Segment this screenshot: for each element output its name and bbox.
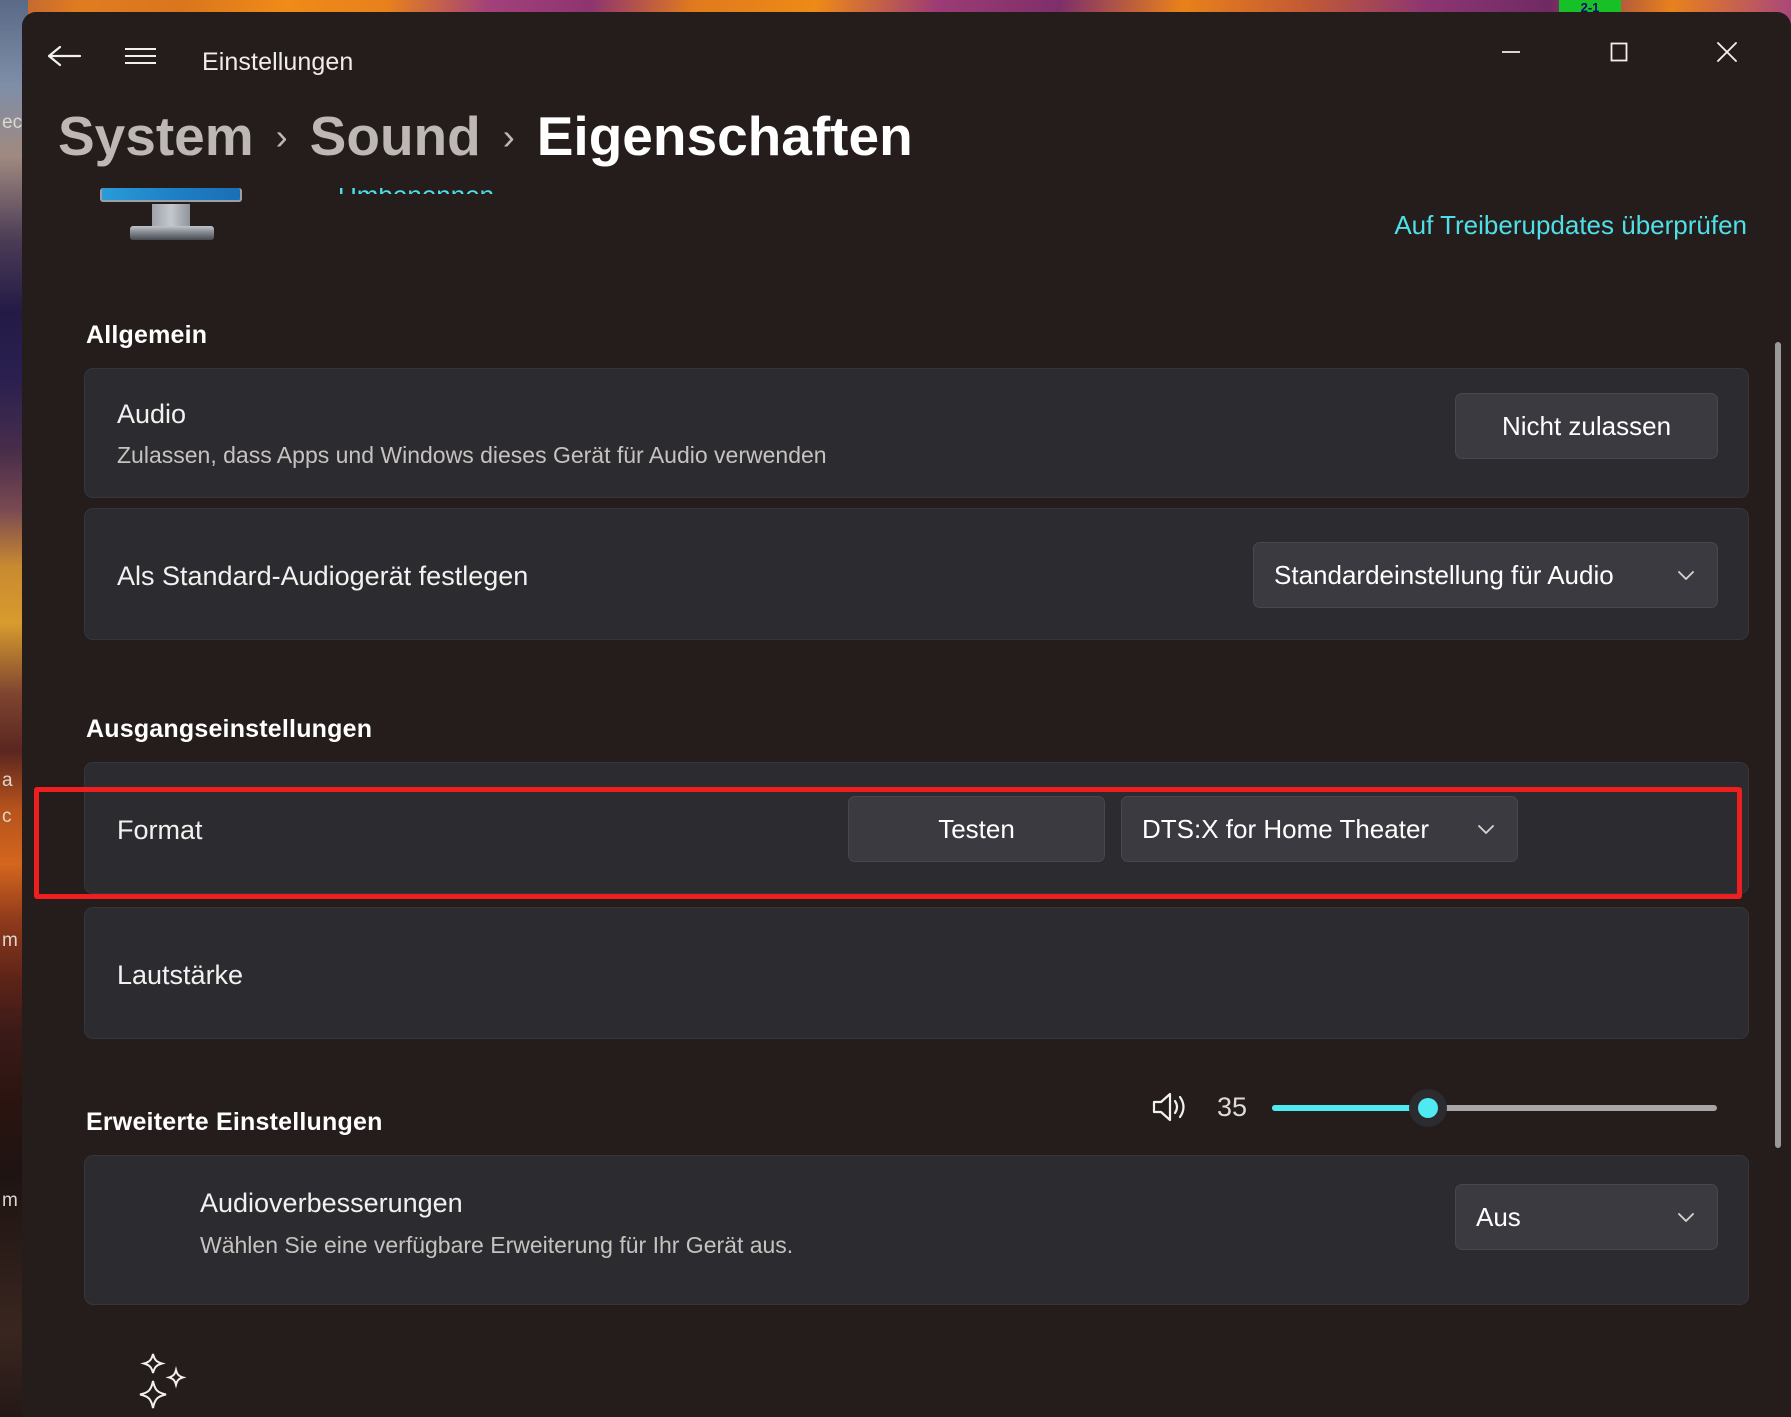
format-test-button[interactable]: Testen xyxy=(848,796,1105,862)
rename-link[interactable]: Umbenennen xyxy=(338,188,494,194)
audio-enhancements-card: Audioverbesserungen Wählen Sie eine verf… xyxy=(84,1155,1749,1305)
enhancements-dropdown-value: Aus xyxy=(1476,1202,1661,1233)
breadcrumb-item-system[interactable]: System xyxy=(58,104,254,168)
volume-slider-fill xyxy=(1272,1105,1428,1111)
format-label: Format xyxy=(117,815,203,846)
menu-button[interactable] xyxy=(112,30,168,82)
back-button[interactable] xyxy=(36,30,92,82)
desktop-text-fragment: m xyxy=(2,1190,18,1212)
volume-slider-thumb[interactable] xyxy=(1409,1089,1447,1127)
chevron-down-icon xyxy=(1675,1206,1697,1228)
default-device-card: Als Standard-Audiogerät festlegen Standa… xyxy=(84,508,1749,640)
audio-row-description: Zulassen, dass Apps und Windows dieses G… xyxy=(117,442,827,469)
volume-value: 35 xyxy=(1217,1092,1247,1123)
close-button[interactable] xyxy=(1691,22,1763,82)
volume-card: Lautstärke xyxy=(84,907,1749,1039)
section-title-allgemein: Allgemein xyxy=(86,321,207,350)
breadcrumb-item-eigenschaften: Eigenschaften xyxy=(537,104,913,168)
minimize-button[interactable] xyxy=(1475,22,1547,82)
sparkle-icon xyxy=(136,1352,190,1412)
settings-window: Einstellungen System › Sound › Eigenscha… xyxy=(22,12,1791,1417)
title-bar: Einstellungen xyxy=(22,12,1791,100)
section-title-erweiterte-einstellungen: Erweiterte Einstellungen xyxy=(86,1108,383,1137)
breadcrumb-item-sound[interactable]: Sound xyxy=(310,104,481,168)
format-card: Format Testen DTS:X for Home Theater xyxy=(84,762,1749,894)
arrow-left-icon xyxy=(46,42,82,70)
enhancements-dropdown[interactable]: Aus xyxy=(1455,1184,1718,1250)
settings-content: Umbenennen Auf Treiberupdates überprüfen… xyxy=(22,188,1791,1417)
breadcrumb-separator-icon: › xyxy=(276,116,288,158)
desktop-text-fragment: ec xyxy=(2,112,22,134)
minimize-icon xyxy=(1498,39,1524,65)
enhancements-label: Audioverbesserungen xyxy=(200,1188,463,1219)
close-icon xyxy=(1712,37,1742,67)
desktop-text-fragment: m xyxy=(2,930,18,952)
monitor-icon xyxy=(72,188,242,250)
volume-label: Lautstärke xyxy=(117,960,243,991)
driver-update-link[interactable]: Auf Treiberupdates überprüfen xyxy=(1394,210,1747,241)
default-device-dropdown[interactable]: Standardeinstellung für Audio xyxy=(1253,542,1718,608)
default-device-dropdown-value: Standardeinstellung für Audio xyxy=(1274,560,1661,591)
scrollbar-thumb[interactable] xyxy=(1775,342,1781,1148)
maximize-icon xyxy=(1606,39,1632,65)
enhancements-description: Wählen Sie eine verfügbare Erweiterung f… xyxy=(200,1232,793,1259)
format-dropdown[interactable]: DTS:X for Home Theater xyxy=(1121,796,1518,862)
breadcrumb-separator-icon: › xyxy=(503,116,515,158)
audio-row-label: Audio xyxy=(117,399,186,430)
format-dropdown-value: DTS:X for Home Theater xyxy=(1142,814,1461,845)
chevron-down-icon xyxy=(1475,818,1497,840)
breadcrumb: System › Sound › Eigenschaften xyxy=(58,104,913,168)
volume-slider[interactable] xyxy=(1272,1105,1717,1111)
audio-permission-button[interactable]: Nicht zulassen xyxy=(1455,393,1718,459)
chevron-down-icon xyxy=(1675,564,1697,586)
hamburger-icon xyxy=(125,43,156,69)
desktop-text-fragment: c xyxy=(2,806,12,828)
default-device-label: Als Standard-Audiogerät festlegen xyxy=(117,561,528,592)
section-title-ausgangseinstellungen: Ausgangseinstellungen xyxy=(86,715,372,744)
maximize-button[interactable] xyxy=(1583,22,1655,82)
speaker-volume-icon xyxy=(1150,1089,1190,1125)
app-title: Einstellungen xyxy=(202,48,353,77)
desktop-text-fragment: a xyxy=(2,770,13,792)
scrollbar-track[interactable] xyxy=(1775,342,1781,1148)
audio-permission-card: Audio Zulassen, dass Apps und Windows di… xyxy=(84,368,1749,498)
